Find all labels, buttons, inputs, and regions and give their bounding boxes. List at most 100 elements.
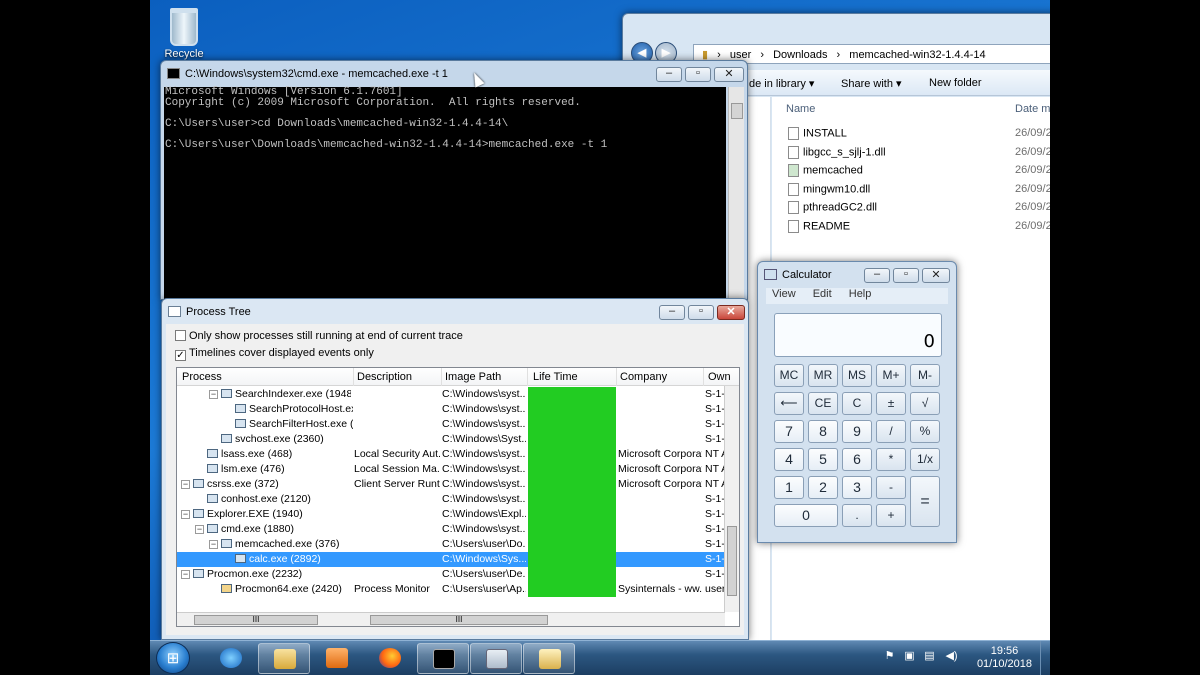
close-button[interactable]: ✕ [714,67,744,82]
file-item[interactable]: README [788,220,850,238]
process-list-vscrollbar[interactable] [724,386,739,612]
scroll-thumb[interactable]: III [194,615,318,625]
taskbar-media-player[interactable] [311,643,363,674]
column-name[interactable]: Name [786,103,815,115]
file-item[interactable]: INSTALL [788,127,847,145]
minimize-button[interactable]: – [659,305,685,320]
include-in-library-button[interactable]: de in library ▾ [749,77,814,90]
timelines-checkbox[interactable]: ✓ Timelines cover displayed events only [175,347,374,361]
menu-help[interactable]: Help [849,288,872,300]
column-description[interactable]: Description [357,371,412,383]
digit-6-button[interactable]: 6 [842,448,872,471]
column-process[interactable]: Process [182,371,222,383]
digit-4-button[interactable]: 4 [774,448,804,471]
table-row[interactable]: − cmd.exe (1880) C:\Windows\syst... S-1-5 [177,522,725,537]
digit-8-button[interactable]: 8 [808,420,838,443]
process-list[interactable]: Process Description Image Path Life Time… [176,367,740,627]
subtract-button[interactable]: - [876,476,906,499]
maximize-button[interactable]: ▫ [685,67,711,82]
taskbar-internet-explorer[interactable] [205,643,257,674]
taskbar-calculator[interactable] [470,643,522,674]
file-item[interactable]: mingwm10.dll [788,183,870,201]
file-item[interactable]: libgcc_s_sjlj-1.dll [788,146,886,164]
digit-7-button[interactable]: 7 [774,420,804,443]
column-divider[interactable] [527,368,528,386]
scroll-thumb[interactable] [731,103,743,119]
digit-3-button[interactable]: 3 [842,476,872,499]
equals-button[interactable]: = [910,476,940,527]
show-desktop-button[interactable] [1040,641,1050,675]
reciprocal-button[interactable]: 1/x [910,448,940,471]
table-row[interactable]: − Procmon.exe (2232) C:\Users\user\De... … [177,567,725,582]
device-icon[interactable]: ▣ [903,649,916,662]
digit-0-button[interactable]: 0 [774,504,838,527]
ce-button[interactable]: CE [808,392,838,415]
flag-icon[interactable]: ⚑ [883,649,896,662]
column-image-path[interactable]: Image Path [445,371,501,383]
process-list-hscrollbar[interactable]: III III [177,612,725,626]
table-row[interactable]: − memcached.exe (376) C:\Users\user\Do...… [177,537,725,552]
cmd-titlebar[interactable]: C:\Windows\system32\cmd.exe - memcached.… [161,61,747,87]
column-life-time[interactable]: Life Time [533,371,578,383]
column-divider[interactable] [616,368,617,386]
column-date[interactable]: Date m [1015,103,1050,115]
column-owner[interactable]: Own [708,371,731,383]
network-icon[interactable]: ▤ [923,649,936,662]
table-row[interactable]: SearchProtocolHost.exe C:\Windows\syst..… [177,402,725,417]
digit-5-button[interactable]: 5 [808,448,838,471]
plus-minus-button[interactable]: ± [876,392,906,415]
minimize-button[interactable]: – [656,67,682,82]
scroll-thumb[interactable] [727,526,737,596]
ms-button[interactable]: MS [842,364,872,387]
table-row-selected[interactable]: calc.exe (2892) C:\Windows\Sys... S-1-5 [177,552,725,567]
add-button[interactable]: + [876,504,906,527]
table-row[interactable]: SearchFilterHost.exe (27 C:\Windows\syst… [177,417,725,432]
share-with-button[interactable]: Share with ▾ [841,77,902,90]
console-scrollbar[interactable] [728,87,744,299]
clock[interactable]: 19:56 01/10/2018 [977,645,1032,671]
mr-button[interactable]: MR [808,364,838,387]
taskbar-process-monitor[interactable] [523,643,575,674]
digit-9-button[interactable]: 9 [842,420,872,443]
menu-view[interactable]: View [772,288,796,300]
breadcrumb-downloads[interactable]: Downloads [773,49,827,61]
mc-button[interactable]: MC [774,364,804,387]
minimize-button[interactable]: – [864,268,890,283]
table-row[interactable]: lsass.exe (468) Local Security Aut... C:… [177,447,725,462]
running-only-checkbox[interactable]: Only show processes still running at end… [175,330,463,342]
calculator-titlebar[interactable]: Calculator – ▫ ✕ [758,262,956,288]
breadcrumb-folder[interactable]: memcached-win32-1.4.4-14 [849,49,985,61]
table-row[interactable]: Procmon64.exe (2420) Process Monitor C:\… [177,582,725,597]
collapse-icon[interactable]: − [181,570,190,579]
table-row[interactable]: − Explorer.EXE (1940) C:\Windows\Expl... … [177,507,725,522]
table-row[interactable]: − SearchIndexer.exe (1948) C:\Windows\sys… [177,387,725,402]
column-divider[interactable] [441,368,442,386]
taskbar-command-prompt[interactable] [417,643,469,674]
scroll-thumb[interactable]: III [370,615,548,625]
taskbar-firefox[interactable] [364,643,416,674]
column-divider[interactable] [703,368,704,386]
column-divider[interactable] [353,368,354,386]
m-minus-button[interactable]: M- [910,364,940,387]
menu-edit[interactable]: Edit [813,288,832,300]
file-item[interactable]: pthreadGC2.dll [788,201,877,219]
backspace-button[interactable]: ⟵ [774,392,804,415]
table-row[interactable]: − csrss.exe (372) Client Server Runt... C… [177,477,725,492]
decimal-button[interactable]: . [842,504,872,527]
percent-button[interactable]: % [910,420,940,443]
table-row[interactable]: svchost.exe (2360) C:\Windows\Syst... S-… [177,432,725,447]
console-output[interactable]: Microsoft Windows [Version 6.1.7601] Cop… [164,87,726,299]
collapse-icon[interactable]: − [209,390,218,399]
column-company[interactable]: Company [620,371,667,383]
digit-2-button[interactable]: 2 [808,476,838,499]
clear-button[interactable]: C [842,392,872,415]
collapse-icon[interactable]: − [181,510,190,519]
divide-button[interactable]: / [876,420,906,443]
process-tree-titlebar[interactable]: Process Tree – ▫ ✕ [162,299,748,325]
volume-icon[interactable]: ◀) [945,649,958,662]
collapse-icon[interactable]: − [209,540,218,549]
taskbar-file-explorer[interactable] [258,643,310,674]
maximize-button[interactable]: ▫ [893,268,919,283]
close-button[interactable]: ✕ [717,305,745,320]
new-folder-button[interactable]: New folder [929,77,982,89]
